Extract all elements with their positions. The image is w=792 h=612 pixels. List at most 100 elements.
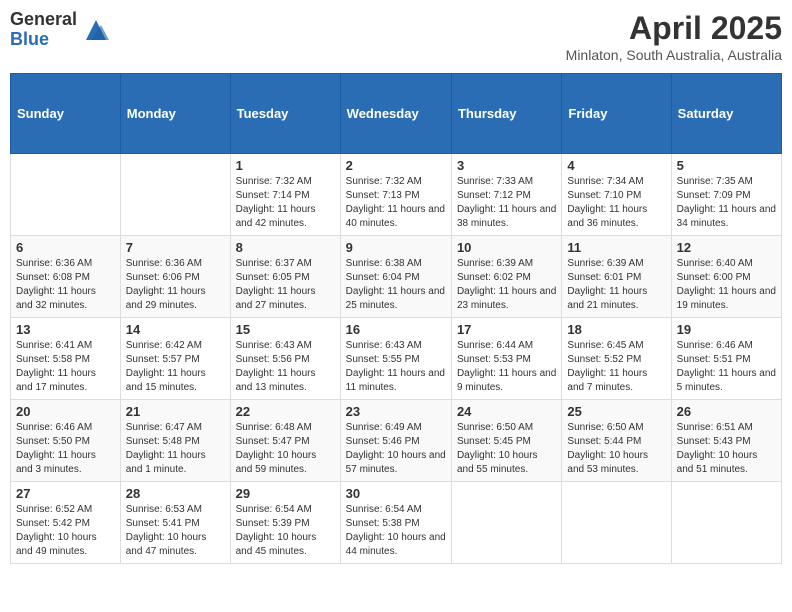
calendar-cell: 29Sunrise: 6:54 AMSunset: 5:39 PMDayligh…	[230, 482, 340, 564]
calendar-cell: 7 Sunrise: 6:36 AMSunset: 6:06 PMDaylight…	[120, 236, 230, 318]
day-number: 26	[677, 404, 776, 419]
day-info: Sunrise: 6:50 AMSunset: 5:44 PMDaylight:…	[567, 421, 665, 477]
location-text: Minlaton, South Australia, Australia	[566, 47, 782, 63]
day-number: 24	[457, 404, 556, 419]
day-number: 30	[346, 486, 446, 501]
day-info: Sunrise: 6:43 AMSunset: 5:55 PMDaylight:…	[346, 339, 446, 395]
calendar-cell: 9 Sunrise: 6:38 AMSunset: 6:04 PMDaylight…	[340, 236, 451, 318]
day-info: Sunrise: 7:32 AMSunset: 7:13 PMDaylight:…	[346, 175, 446, 231]
day-number: 15	[236, 322, 335, 337]
day-info: Sunrise: 6:48 AMSunset: 5:47 PMDaylight:…	[236, 421, 335, 477]
calendar-cell: 30 Sunrise: 6:54 AMSunset: 5:38 PMDayligh…	[340, 482, 451, 564]
day-number: 28	[126, 486, 225, 501]
calendar-cell: 28 Sunrise: 6:53 AMSunset: 5:41 PMDayligh…	[120, 482, 230, 564]
calendar-cell: 17Sunrise: 6:44 AMSunset: 5:53 PMDayligh…	[451, 318, 561, 400]
calendar-cell	[451, 482, 561, 564]
day-number: 17	[457, 322, 556, 337]
day-number: 18	[567, 322, 665, 337]
calendar-cell: 22 Sunrise: 6:48 AMSunset: 5:47 PMDayligh…	[230, 400, 340, 482]
day-info: Sunrise: 6:36 AMSunset: 6:08 PMDaylight:…	[16, 257, 115, 313]
logo-icon	[81, 15, 111, 45]
day-number: 6	[16, 240, 115, 255]
day-info: Sunrise: 6:50 AMSunset: 5:45 PMDaylight:…	[457, 421, 556, 477]
day-number: 19	[677, 322, 776, 337]
day-number: 27	[16, 486, 115, 501]
day-info: Sunrise: 6:38 AMSunset: 6:04 PMDaylight:…	[346, 257, 446, 313]
day-number: 8	[236, 240, 335, 255]
calendar-cell: 23Sunrise: 6:49 AMSunset: 5:46 PMDayligh…	[340, 400, 451, 482]
day-number: 9	[346, 240, 446, 255]
day-number: 25	[567, 404, 665, 419]
day-number: 13	[16, 322, 115, 337]
calendar-week-3: 13 Sunrise: 6:41 AMSunset: 5:58 PMDayligh…	[11, 318, 782, 400]
calendar-week-4: 20Sunrise: 6:46 AMSunset: 5:50 PMDayligh…	[11, 400, 782, 482]
day-info: Sunrise: 7:34 AMSunset: 7:10 PMDaylight:…	[567, 175, 665, 231]
day-info: Sunrise: 6:42 AMSunset: 5:57 PMDaylight:…	[126, 339, 225, 395]
day-header-sunday: Sunday	[11, 74, 121, 154]
calendar-cell: 19 Sunrise: 6:46 AMSunset: 5:51 PMDayligh…	[671, 318, 781, 400]
logo-general-text: General	[10, 10, 77, 30]
day-header-saturday: Saturday	[671, 74, 781, 154]
calendar-cell: 2 Sunrise: 7:32 AMSunset: 7:13 PMDaylight…	[340, 154, 451, 236]
day-number: 22	[236, 404, 335, 419]
calendar-cell: 26 Sunrise: 6:51 AMSunset: 5:43 PMDayligh…	[671, 400, 781, 482]
calendar-header-row: SundayMondayTuesdayWednesdayThursdayFrid…	[11, 74, 782, 154]
day-number: 7	[126, 240, 225, 255]
day-number: 29	[236, 486, 335, 501]
day-info: Sunrise: 6:37 AMSunset: 6:05 PMDaylight:…	[236, 257, 335, 313]
day-info: Sunrise: 6:54 AMSunset: 5:38 PMDaylight:…	[346, 503, 446, 559]
calendar-cell: 15 Sunrise: 6:43 AMSunset: 5:56 PMDayligh…	[230, 318, 340, 400]
title-block: April 2025 Minlaton, South Australia, Au…	[566, 10, 782, 63]
calendar-cell: 11 Sunrise: 6:39 AMSunset: 6:01 PMDayligh…	[562, 236, 671, 318]
day-info: Sunrise: 6:51 AMSunset: 5:43 PMDaylight:…	[677, 421, 776, 477]
day-number: 2	[346, 158, 446, 173]
day-number: 21	[126, 404, 225, 419]
calendar-table: SundayMondayTuesdayWednesdayThursdayFrid…	[10, 73, 782, 564]
calendar-cell: 3 Sunrise: 7:33 AMSunset: 7:12 PMDaylight…	[451, 154, 561, 236]
calendar-cell: 8 Sunrise: 6:37 AMSunset: 6:05 PMDaylight…	[230, 236, 340, 318]
calendar-cell	[11, 154, 121, 236]
calendar-cell: 10 Sunrise: 6:39 AMSunset: 6:02 PMDayligh…	[451, 236, 561, 318]
calendar-cell: 21Sunrise: 6:47 AMSunset: 5:48 PMDayligh…	[120, 400, 230, 482]
calendar-cell: 6 Sunrise: 6:36 AMSunset: 6:08 PMDaylight…	[11, 236, 121, 318]
day-number: 11	[567, 240, 665, 255]
day-info: Sunrise: 6:41 AMSunset: 5:58 PMDaylight:…	[16, 339, 115, 395]
logo-blue-text: Blue	[10, 30, 77, 50]
day-number: 10	[457, 240, 556, 255]
calendar-cell: 4 Sunrise: 7:34 AMSunset: 7:10 PMDaylight…	[562, 154, 671, 236]
calendar-cell: 20Sunrise: 6:46 AMSunset: 5:50 PMDayligh…	[11, 400, 121, 482]
calendar-cell: 1Sunrise: 7:32 AMSunset: 7:14 PMDaylight…	[230, 154, 340, 236]
day-header-wednesday: Wednesday	[340, 74, 451, 154]
day-number: 12	[677, 240, 776, 255]
day-info: Sunrise: 6:52 AMSunset: 5:42 PMDaylight:…	[16, 503, 115, 559]
day-header-tuesday: Tuesday	[230, 74, 340, 154]
day-info: Sunrise: 7:32 AMSunset: 7:14 PMDaylight:…	[236, 175, 335, 231]
day-info: Sunrise: 6:40 AMSunset: 6:00 PMDaylight:…	[677, 257, 776, 313]
day-number: 16	[346, 322, 446, 337]
day-info: Sunrise: 6:39 AMSunset: 6:01 PMDaylight:…	[567, 257, 665, 313]
day-info: Sunrise: 6:46 AMSunset: 5:51 PMDaylight:…	[677, 339, 776, 395]
day-number: 20	[16, 404, 115, 419]
day-number: 4	[567, 158, 665, 173]
calendar-cell	[562, 482, 671, 564]
day-header-friday: Friday	[562, 74, 671, 154]
day-number: 3	[457, 158, 556, 173]
day-header-thursday: Thursday	[451, 74, 561, 154]
day-info: Sunrise: 6:45 AMSunset: 5:52 PMDaylight:…	[567, 339, 665, 395]
calendar-cell: 24 Sunrise: 6:50 AMSunset: 5:45 PMDayligh…	[451, 400, 561, 482]
day-number: 14	[126, 322, 225, 337]
calendar-week-1: 1Sunrise: 7:32 AMSunset: 7:14 PMDaylight…	[11, 154, 782, 236]
logo: General Blue	[10, 10, 111, 50]
day-info: Sunrise: 7:35 AMSunset: 7:09 PMDaylight:…	[677, 175, 776, 231]
day-info: Sunrise: 6:36 AMSunset: 6:06 PMDaylight:…	[126, 257, 225, 313]
day-info: Sunrise: 6:39 AMSunset: 6:02 PMDaylight:…	[457, 257, 556, 313]
day-info: Sunrise: 6:43 AMSunset: 5:56 PMDaylight:…	[236, 339, 335, 395]
day-info: Sunrise: 7:33 AMSunset: 7:12 PMDaylight:…	[457, 175, 556, 231]
calendar-cell: 27 Sunrise: 6:52 AMSunset: 5:42 PMDayligh…	[11, 482, 121, 564]
day-info: Sunrise: 6:49 AMSunset: 5:46 PMDaylight:…	[346, 421, 446, 477]
calendar-cell	[671, 482, 781, 564]
day-number: 5	[677, 158, 776, 173]
day-info: Sunrise: 6:53 AMSunset: 5:41 PMDaylight:…	[126, 503, 225, 559]
calendar-cell: 16 Sunrise: 6:43 AMSunset: 5:55 PMDayligh…	[340, 318, 451, 400]
calendar-cell: 14 Sunrise: 6:42 AMSunset: 5:57 PMDayligh…	[120, 318, 230, 400]
